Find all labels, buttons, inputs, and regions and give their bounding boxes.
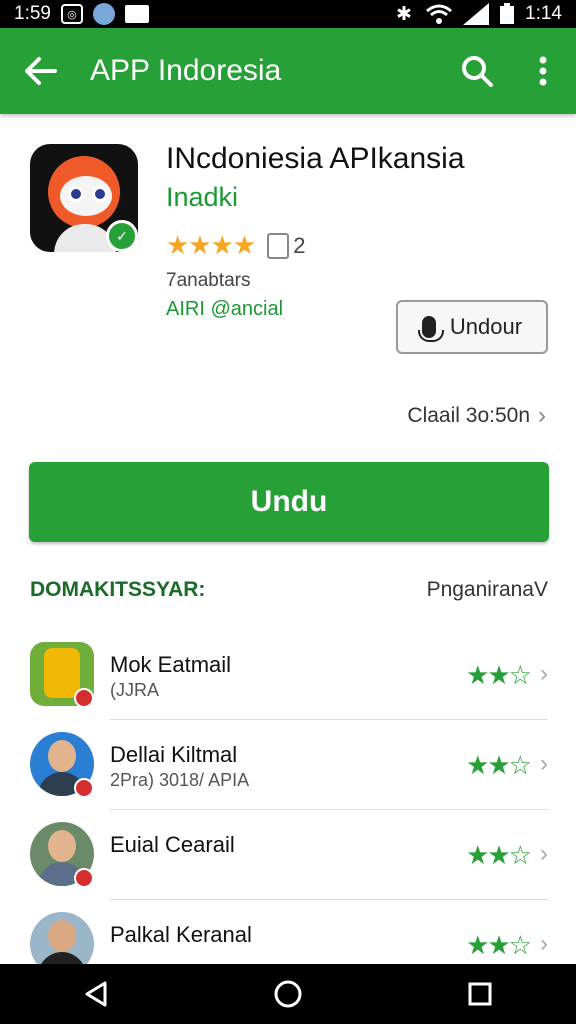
bluetooth-icon: ✱ [396,3,412,25]
star-rating-icon: ★★☆ [466,750,532,780]
verified-badge-icon: ✓ [106,220,138,252]
developer-link[interactable]: Inadki [166,182,238,213]
related-list: Mok Eatmail (JJRA ★★☆ › Dellai Kiltmal 2… [0,630,576,990]
status-badge [74,688,94,708]
search-button[interactable] [444,28,510,114]
secondary-download-button[interactable]: Undour [396,300,548,354]
instagram-notification-icon: ◎ [60,4,83,24]
more-info-link[interactable]: Claail 3o:50n › [407,402,546,430]
more-vert-icon [539,56,547,86]
status-badge [74,778,94,798]
list-item[interactable]: Mok Eatmail (JJRA ★★☆ › [0,630,576,720]
circle-home-icon [274,980,302,1008]
chevron-right-icon: › [540,840,548,867]
list-item-name: Mok Eatmail [110,652,232,677]
wifi-icon [426,4,452,24]
install-button[interactable]: Undu [29,462,549,542]
page-title: APP Indoresia [90,54,282,87]
signal-icon [463,3,490,25]
app-notification-icon [92,3,115,25]
status-bar: 1:59 ◎ ✱ 1:14 [0,0,576,28]
star-rating-icon: ★★☆ [466,930,532,960]
search-icon [462,56,493,87]
arrow-left-icon [25,57,57,85]
chevron-right-icon: › [538,402,546,429]
app-header: ✓ INcdoniesia APIkansia Inadki ★★★★ 2 7a… [0,130,576,450]
battery-icon [500,3,515,24]
mail-notification-icon [124,5,149,23]
back-button[interactable] [0,28,80,114]
secondary-download-label: Undour [449,314,523,339]
system-nav-bar [0,964,576,1024]
app-rating: ★★★★ 2 [166,230,305,261]
app-bar: APP Indoresia [0,28,576,114]
downloads-text: 7anabtars [166,270,251,291]
app-name: INcdoniesia APIkansia [166,142,465,175]
list-item-subtitle: (JJRA [110,680,159,700]
star-rating-icon: ★★☆ [466,660,532,690]
list-item-name: Dellai Kiltmal [110,742,238,767]
nav-home-button[interactable] [258,964,318,1024]
category-link[interactable]: AIRI @ancial [166,298,283,321]
microphone-icon [417,316,444,342]
nav-recents-button[interactable] [450,964,510,1024]
review-icon [267,232,290,259]
list-item-name: Palkal Keranal [110,922,252,947]
more-info-label: Claail 3o:50n [407,404,530,427]
list-item[interactable]: Euial Cearail ★★☆ › [0,810,576,900]
square-recents-icon [468,982,492,1006]
star-rating-icon: ★★★★ [166,230,256,260]
review-count: 2 [293,232,306,258]
list-item-name: Euial Cearail [110,832,235,857]
status-time-left: 1:59 [14,3,51,24]
section-title: DOMAKITSSYAR: [30,578,206,601]
status-badge [74,868,94,888]
overflow-menu-button[interactable] [510,28,576,114]
status-time-right: 1:14 [525,3,562,24]
triangle-back-icon [85,981,107,1007]
list-item[interactable]: Dellai Kiltmal 2Pra) 3018/ APIA ★★☆ › [0,720,576,810]
section-more-link[interactable]: PnganiranaV [427,578,548,602]
chevron-right-icon: › [540,660,548,687]
related-section-header: DOMAKITSSYAR: PnganiranaV [30,578,548,602]
chevron-right-icon: › [540,750,548,777]
list-item-subtitle: 2Pra) 3018/ APIA [110,770,250,790]
chevron-right-icon: › [540,930,548,957]
star-rating-icon: ★★☆ [466,840,532,870]
nav-back-button[interactable] [66,964,126,1024]
